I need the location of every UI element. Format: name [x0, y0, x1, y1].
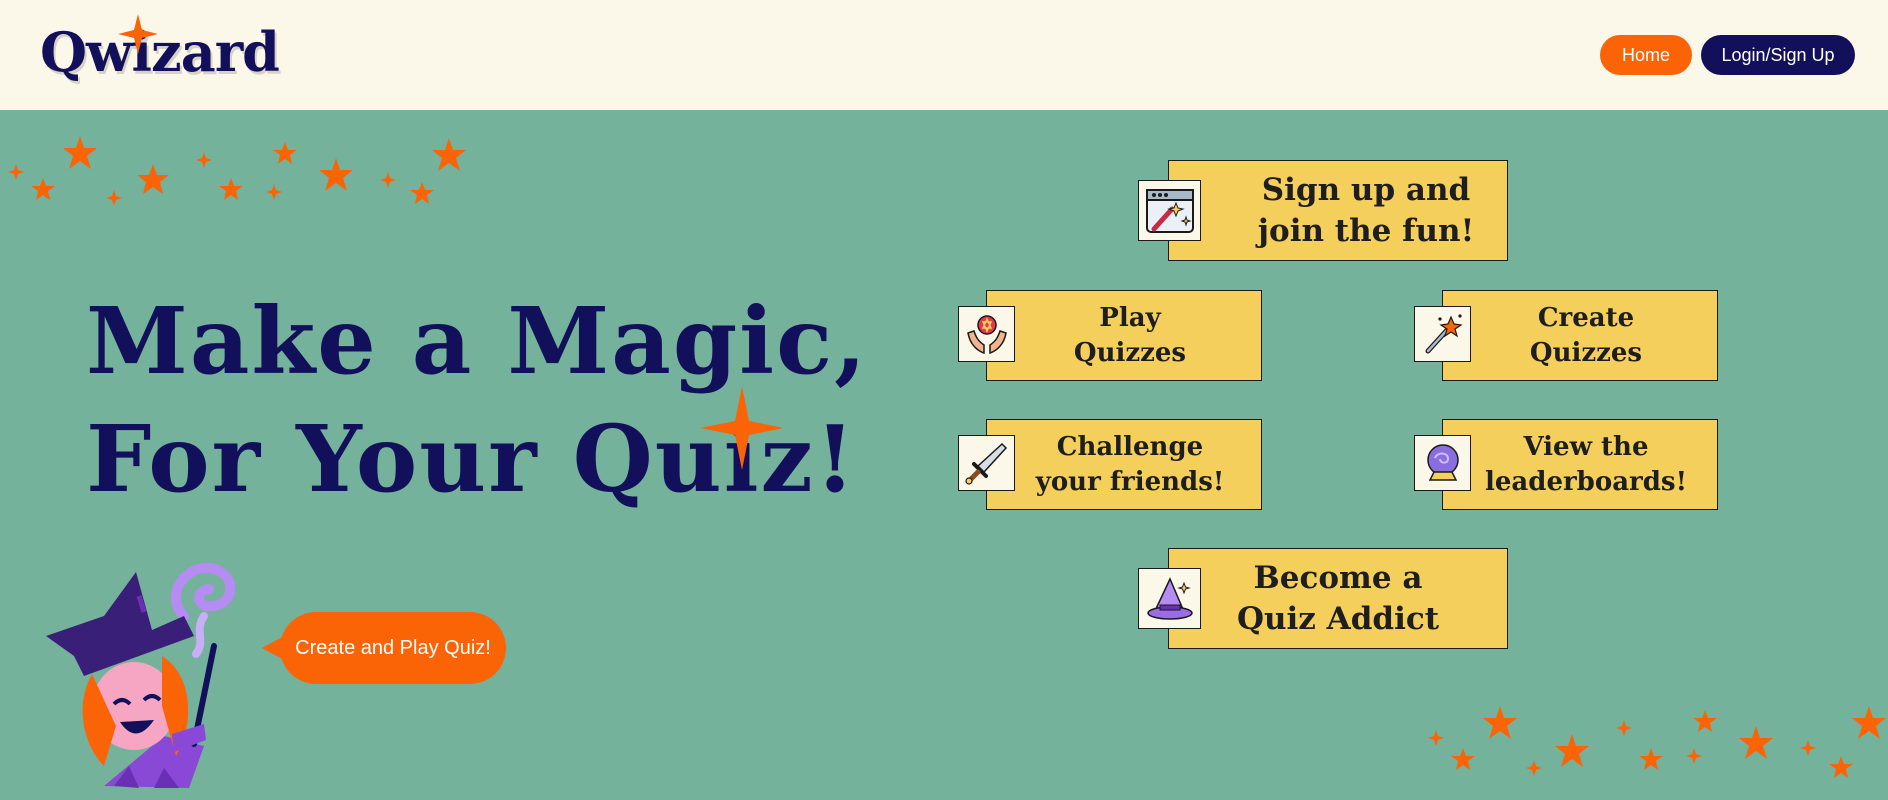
hands-crystal-icon [958, 306, 1015, 362]
witch-hat-icon [1138, 568, 1201, 629]
login-signup-button[interactable]: Login/Sign Up [1701, 35, 1855, 75]
play-quizzes-card[interactable]: Play Quizzes [986, 290, 1262, 381]
magic-wand-icon [1414, 306, 1471, 362]
sword-icon [958, 435, 1015, 491]
home-button[interactable]: Home [1600, 35, 1692, 75]
header: Qwizard Home Login/Sign Up [0, 0, 1888, 110]
stars-decoration-bottom [1428, 706, 1886, 778]
logo-text: Qwizard [40, 20, 280, 84]
sparkle-icon [118, 14, 158, 54]
hero-line-1: Make a Magic, [86, 287, 869, 395]
create-quizzes-label: Create Quizzes [1529, 302, 1643, 368]
leaderboards-label: View the leaderboards! [1485, 431, 1687, 497]
challenge-friends-card[interactable]: Challenge your friends! [986, 419, 1262, 510]
crystal-ball-icon [1414, 435, 1471, 491]
witch-illustration [46, 562, 236, 788]
challenge-friends-label: Challenge your friends! [1035, 431, 1225, 497]
leaderboards-card[interactable]: View the leaderboards! [1442, 419, 1718, 510]
play-quizzes-label: Play Quizzes [1073, 302, 1187, 368]
stars-decoration-top [8, 136, 466, 206]
signup-card[interactable]: Sign up and join the fun! [1168, 160, 1508, 261]
magic-window-icon [1138, 180, 1201, 241]
quiz-addict-label: Become a Quiz Addict [1236, 559, 1440, 637]
sparkle-icon [700, 386, 784, 470]
create-quizzes-card[interactable]: Create Quizzes [1442, 290, 1718, 381]
quiz-addict-card[interactable]: Become a Quiz Addict [1168, 548, 1508, 649]
create-play-quiz-button[interactable]: Create and Play Quiz! [280, 612, 506, 684]
signup-card-label: Sign up and join the fun! [1257, 171, 1475, 249]
